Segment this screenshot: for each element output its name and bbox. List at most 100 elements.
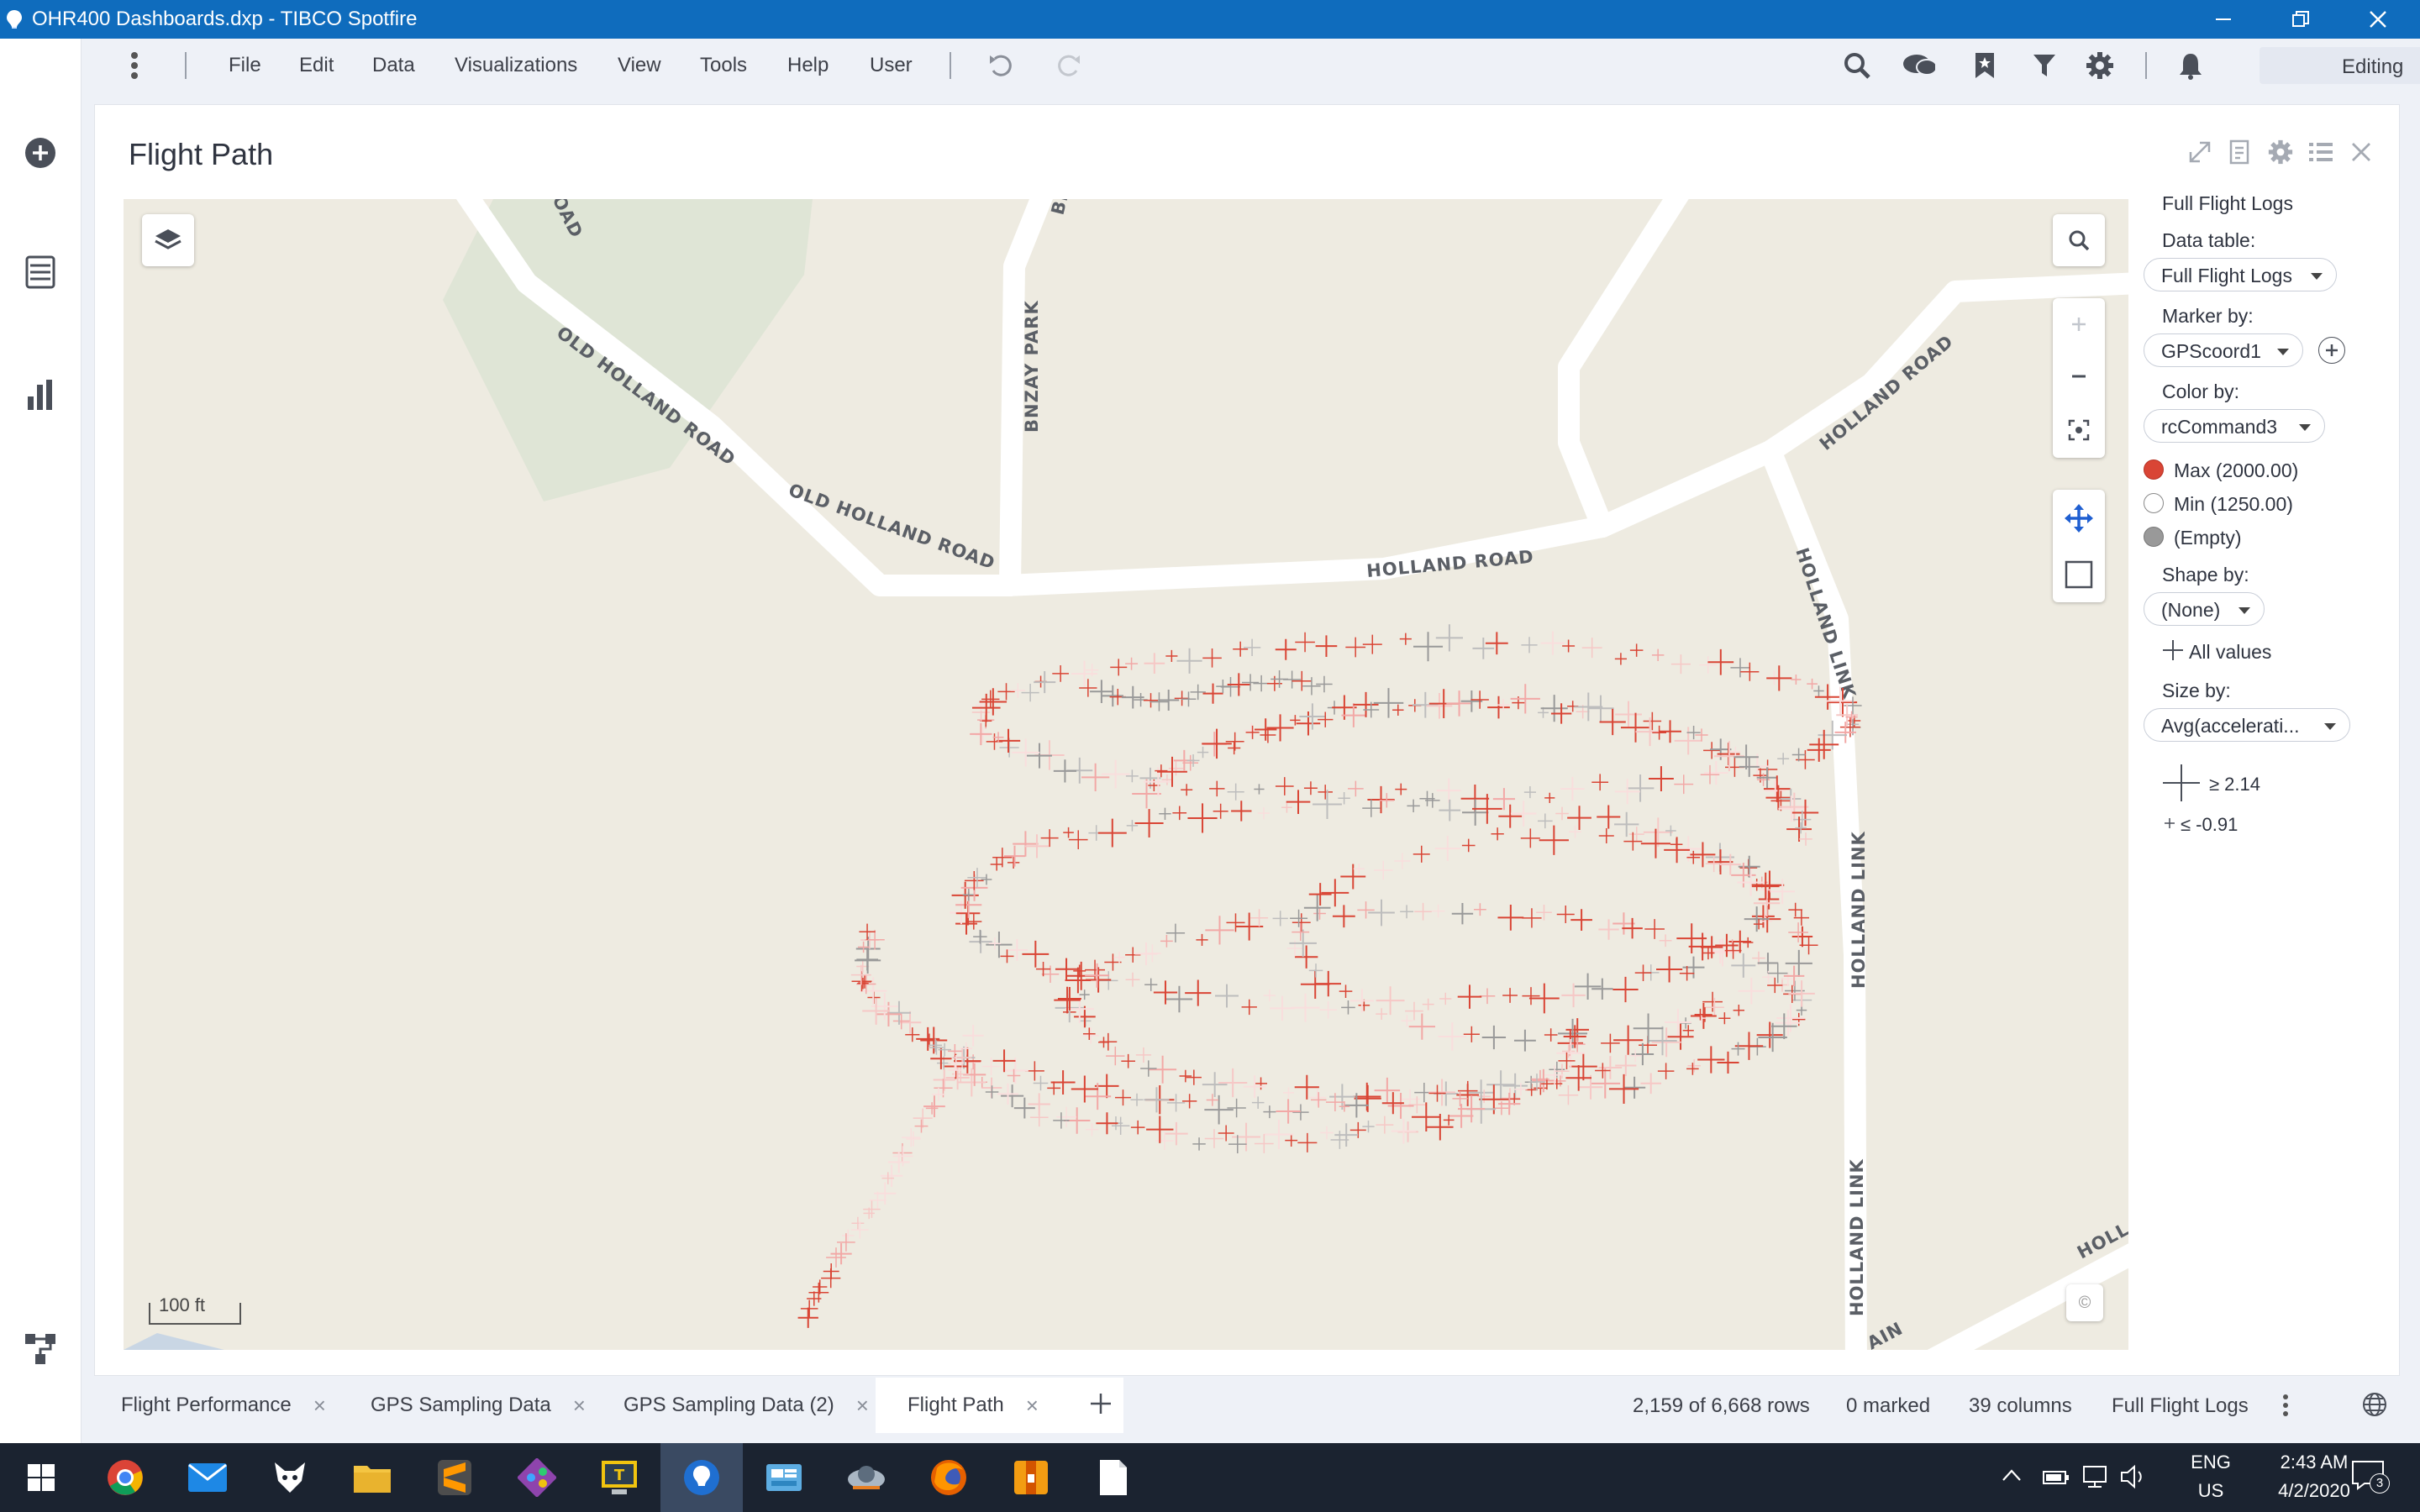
region-label: US [2197, 1480, 2224, 1501]
blank-file-icon[interactable] [1072, 1443, 1155, 1512]
minimize-button[interactable] [2185, 0, 2262, 39]
filter-icon[interactable] [2028, 49, 2061, 82]
file-explorer-icon[interactable] [331, 1443, 413, 1512]
more-vertical-icon[interactable] [118, 49, 151, 82]
close-window-button[interactable] [2339, 0, 2417, 39]
map-search-button[interactable] [2053, 214, 2105, 266]
data-table-icon[interactable] [20, 252, 60, 292]
tableau-terminal-icon[interactable]: T [578, 1443, 660, 1512]
restore-button[interactable] [2262, 0, 2339, 39]
menu-edit[interactable]: Edit [299, 54, 334, 77]
git-icon[interactable] [496, 1443, 578, 1512]
zoom-in-icon[interactable] [2070, 315, 2088, 333]
details-icon[interactable] [2225, 137, 2255, 167]
menu-view[interactable]: View [618, 54, 661, 77]
tab-gps-sampling-data[interactable]: GPS Sampling Data × [334, 1378, 586, 1433]
color-item-max[interactable]: Max (2000.00) [2174, 459, 2298, 482]
add-marker-button[interactable] [2318, 337, 2345, 364]
marker-by-dropdown[interactable]: GPScoord1 [2144, 333, 2303, 367]
mail-icon[interactable] [166, 1443, 249, 1512]
volume-icon[interactable] [2119, 1463, 2148, 1490]
spotfire-logo-icon [5, 9, 24, 29]
color-swatch-min[interactable] [2144, 493, 2164, 513]
color-by-dropdown[interactable]: rcCommand3 [2144, 409, 2325, 443]
zoom-to-fit-icon[interactable] [2068, 419, 2090, 441]
color-swatch-max[interactable] [2144, 459, 2164, 480]
close-icon[interactable]: × [313, 1393, 326, 1419]
bookmark-icon[interactable] [1968, 49, 2002, 82]
add-page-button[interactable] [1088, 1391, 1113, 1416]
input-language[interactable]: ENG US [2181, 1452, 2240, 1502]
shape-all-values: All values [2189, 641, 2272, 663]
copyright-button[interactable]: © [2066, 1284, 2103, 1321]
close-icon[interactable]: × [856, 1393, 869, 1419]
status-marked: 0 marked [1846, 1394, 1931, 1417]
map-layers-button[interactable] [142, 214, 194, 266]
caret-down-icon [2299, 424, 2311, 431]
maximize-icon[interactable] [2185, 137, 2215, 167]
menu-help[interactable]: Help [787, 54, 829, 77]
tab-flight-performance[interactable]: Flight Performance × [82, 1378, 326, 1433]
sublime-text-icon[interactable] [413, 1443, 496, 1512]
panel-settings-icon[interactable] [2265, 137, 2296, 167]
zoom-controls [2053, 298, 2105, 458]
panel-title: Flight Path [129, 137, 274, 171]
svg-text:T: T [614, 1467, 625, 1484]
tray-chevron-icon[interactable] [2002, 1468, 2022, 1482]
visualization-panel: Flight Path OAD BNZ O [94, 104, 2400, 1376]
collaboration-icon[interactable] [1902, 49, 1935, 82]
status-more-icon[interactable] [2281, 1393, 2290, 1418]
close-icon[interactable]: × [573, 1393, 586, 1419]
data-canvas-icon[interactable] [20, 1329, 60, 1369]
status-data-table[interactable]: Full Flight Logs [2112, 1394, 2249, 1418]
visualizations-icon[interactable] [20, 375, 60, 415]
size-by-label: Size by: [2162, 680, 2231, 701]
color-item-min[interactable]: Min (1250.00) [2174, 493, 2293, 516]
data-table-dropdown[interactable]: Full Flight Logs [2144, 258, 2337, 291]
undo-icon[interactable] [984, 49, 1018, 82]
menu-tools[interactable]: Tools [700, 54, 747, 77]
network-icon[interactable] [2081, 1463, 2109, 1490]
close-icon[interactable]: × [1026, 1393, 1039, 1419]
notification-bell-icon[interactable] [2174, 49, 2207, 82]
redo-icon[interactable] [1052, 49, 1086, 82]
scale-label: 100 ft [159, 1294, 206, 1315]
add-icon[interactable] [20, 133, 60, 173]
window-title: OHR400 Dashboards.dxp - TIBCO Spotfire [32, 8, 418, 30]
data-table-label: Data table: [2162, 229, 2256, 251]
close-panel-icon[interactable] [2346, 137, 2376, 167]
left-rail [0, 39, 82, 1443]
control-panel-icon[interactable] [743, 1443, 825, 1512]
archive-icon[interactable] [990, 1443, 1072, 1512]
tab-flight-path[interactable]: Flight Path × [876, 1378, 1123, 1433]
settings-gear-icon[interactable] [2083, 49, 2117, 82]
menu-user[interactable]: User [870, 54, 913, 77]
zoom-out-icon[interactable] [2070, 367, 2088, 386]
menu-data[interactable]: Data [372, 54, 415, 77]
notification-center-button[interactable]: 3 [2351, 1460, 2395, 1497]
legend-list-icon[interactable] [2306, 137, 2336, 167]
menu-divider [185, 52, 187, 79]
remote-desktop-icon[interactable] [825, 1443, 908, 1512]
pan-icon[interactable] [2065, 503, 2093, 533]
battery-icon[interactable] [2042, 1465, 2070, 1488]
map-tools [2053, 490, 2105, 602]
color-by-label: Color by: [2162, 381, 2240, 402]
size-by-dropdown[interactable]: Avg(accelerati... [2144, 708, 2350, 742]
globe-icon[interactable] [2361, 1391, 2388, 1418]
rectangle-select-icon[interactable] [2065, 560, 2093, 589]
start-button[interactable] [0, 1443, 82, 1512]
color-swatch-empty[interactable] [2144, 527, 2164, 547]
mode-selector[interactable]: Editing [2260, 47, 2420, 84]
shape-by-dropdown[interactable]: (None) [2144, 592, 2265, 626]
firefox-icon[interactable] [908, 1443, 990, 1512]
menu-visualizations[interactable]: Visualizations [455, 54, 577, 77]
tab-gps-sampling-data-2[interactable]: GPS Sampling Data (2) × [586, 1378, 869, 1433]
search-icon[interactable] [1840, 49, 1874, 82]
menu-file[interactable]: File [229, 54, 261, 77]
spotfire-taskbar-icon[interactable] [660, 1443, 743, 1512]
chrome-icon[interactable] [84, 1443, 166, 1512]
app-fox-icon[interactable] [249, 1443, 331, 1512]
map-canvas[interactable]: OAD BNZ OLD HOLLAND ROAD OLD HOLLAND ROA… [124, 199, 2128, 1350]
color-item-empty[interactable]: (Empty) [2174, 527, 2242, 549]
